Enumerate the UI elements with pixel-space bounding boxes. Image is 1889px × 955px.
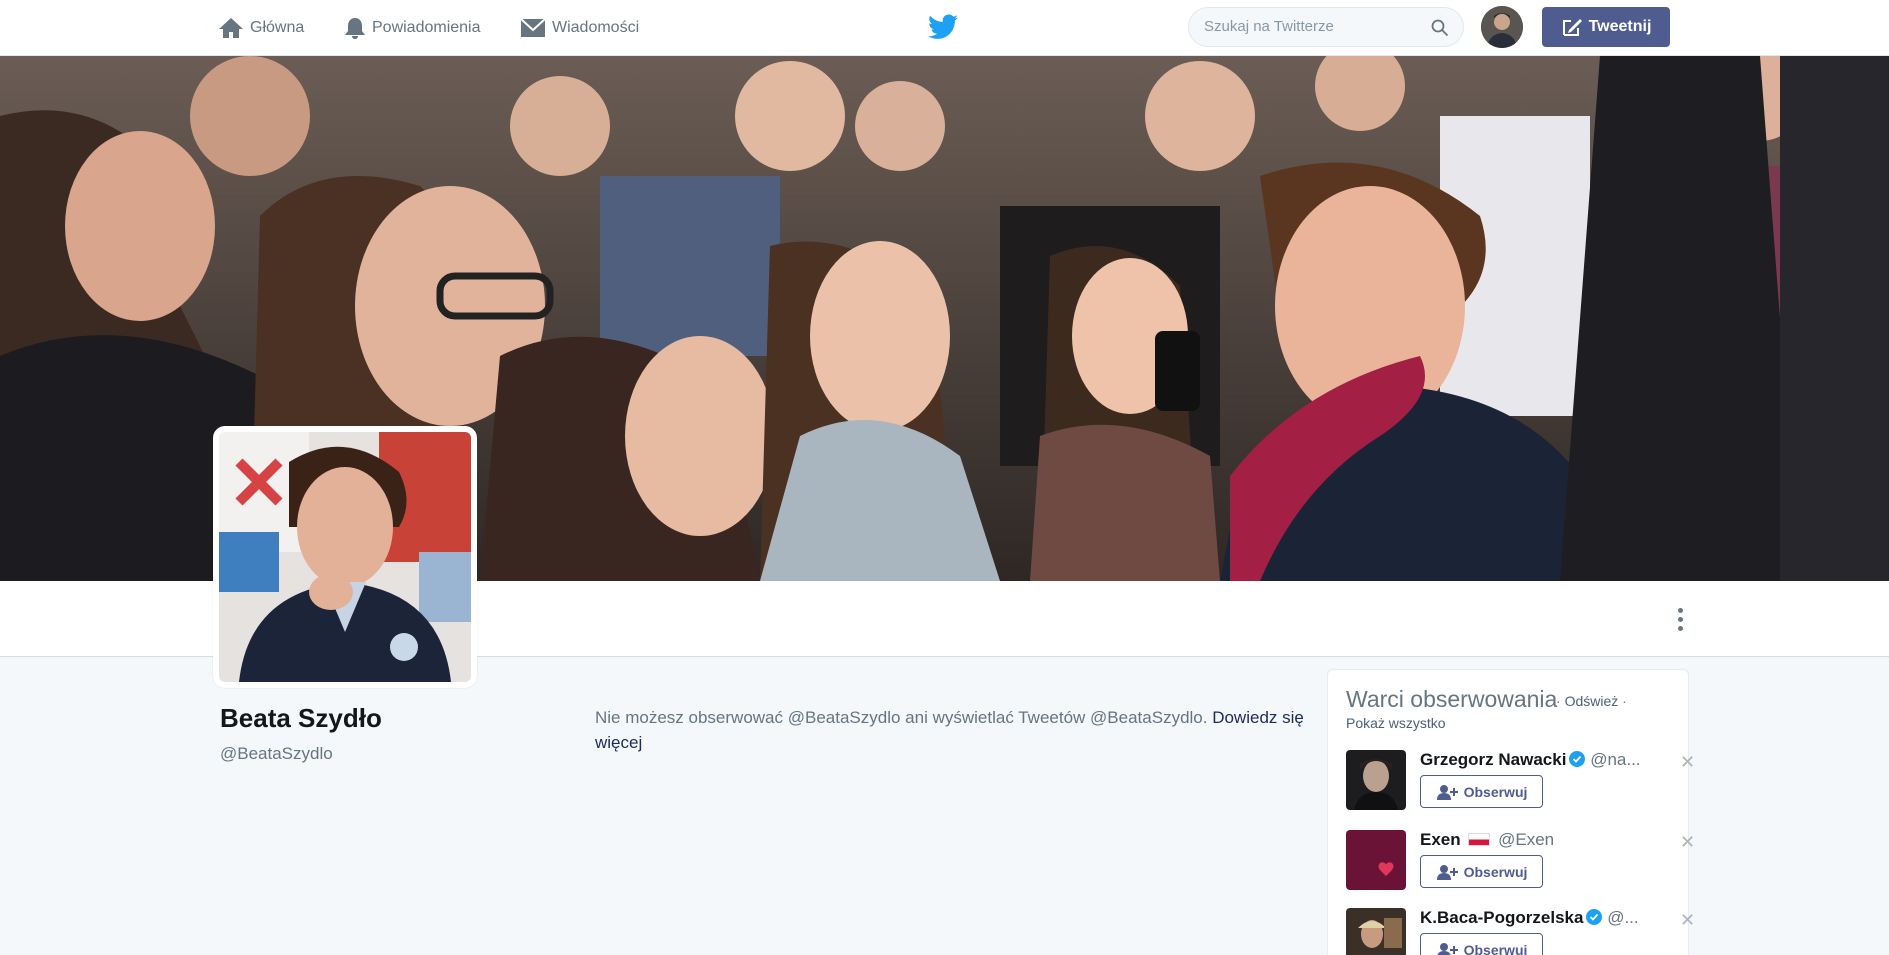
follow-button[interactable]: Obserwuj xyxy=(1420,933,1543,955)
follow-button[interactable]: Obserwuj xyxy=(1420,855,1543,888)
user-name-line[interactable]: K.Baca-Pogorzelska @... xyxy=(1420,908,1639,928)
blocked-message: Nie możesz obserwować @BeataSzydlo ani w… xyxy=(595,705,1305,755)
suggested-user[interactable]: Exen @Exen Obserwuj ✕ xyxy=(1346,830,1695,900)
user-name[interactable]: Grzegorz Nawacki xyxy=(1420,750,1566,769)
user-avatar[interactable] xyxy=(1346,830,1406,890)
follow-button[interactable]: Obserwuj xyxy=(1420,775,1543,808)
user-avatar[interactable] xyxy=(1346,750,1406,810)
user-handle: @Exen xyxy=(1498,830,1555,849)
nav-home-label: Główna xyxy=(250,19,305,36)
follow-button-label: Obserwuj xyxy=(1463,783,1528,800)
user-handle: @... xyxy=(1607,908,1639,927)
add-user-icon xyxy=(1436,942,1458,955)
profile-handle: @BeataSzydlo xyxy=(220,744,333,763)
tweet-button[interactable]: Tweetnij xyxy=(1542,7,1670,47)
add-user-icon xyxy=(1436,864,1458,880)
profile-avatar[interactable] xyxy=(213,426,477,688)
search-input[interactable] xyxy=(1204,18,1424,35)
user-name[interactable]: K.Baca-Pogorzelska xyxy=(1420,908,1583,927)
follow-button-label: Obserwuj xyxy=(1463,863,1528,880)
verified-badge-icon xyxy=(1586,909,1603,925)
user-name[interactable]: Exen xyxy=(1420,830,1461,849)
who-to-follow-panel: Warci obserwowania · Odśwież · Pokaż wsz… xyxy=(1327,669,1695,955)
user-name-line[interactable]: Exen @Exen xyxy=(1420,830,1554,850)
suggested-user[interactable]: Grzegorz Nawacki @na... Obserwuj ✕ xyxy=(1346,750,1695,820)
search-box[interactable] xyxy=(1188,7,1464,47)
nav-notifications-label: Powiadomienia xyxy=(372,19,481,36)
home-icon xyxy=(219,18,243,38)
blocked-text: Nie możesz obserwować @BeataSzydlo ani w… xyxy=(595,708,1213,727)
dismiss-icon[interactable]: ✕ xyxy=(1680,752,1695,773)
nav-messages[interactable]: Wiadomości xyxy=(520,14,639,42)
dismiss-icon[interactable]: ✕ xyxy=(1680,910,1695,931)
profile-name: Beata Szydło xyxy=(220,703,382,733)
show-all-link[interactable]: Pokaż wszystko xyxy=(1346,715,1446,731)
refresh-link[interactable]: Odśwież xyxy=(1565,693,1619,709)
user-handle: @na... xyxy=(1590,750,1641,769)
compose-icon xyxy=(1562,19,1582,36)
suggested-user[interactable]: K.Baca-Pogorzelska @... Obserwuj ✕ xyxy=(1346,908,1695,955)
poland-flag-icon xyxy=(1468,833,1491,846)
user-avatar[interactable] xyxy=(1346,908,1406,955)
user-name-line[interactable]: Grzegorz Nawacki @na... xyxy=(1420,750,1641,770)
search-icon[interactable] xyxy=(1431,19,1449,37)
add-user-icon xyxy=(1436,784,1458,800)
tweet-button-label: Tweetnij xyxy=(1588,18,1652,35)
top-nav: Główna Powiadomienia Wiadomości Tweetnij xyxy=(0,0,1889,56)
nav-home[interactable]: Główna xyxy=(218,14,304,42)
user-avatar[interactable] xyxy=(1481,6,1523,48)
bell-icon xyxy=(345,18,365,39)
dismiss-icon[interactable]: ✕ xyxy=(1680,832,1695,853)
more-options-icon[interactable] xyxy=(1670,604,1690,634)
follow-button-label: Obserwuj xyxy=(1463,941,1528,955)
twitter-bird-icon[interactable] xyxy=(928,14,958,40)
who-to-follow-links: · Odśwież · Pokaż wszystko xyxy=(1346,693,1627,731)
nav-messages-label: Wiadomości xyxy=(552,19,640,36)
envelope-icon xyxy=(520,18,546,37)
verified-badge-icon xyxy=(1569,751,1586,767)
nav-notifications[interactable]: Powiadomienia xyxy=(344,14,481,42)
